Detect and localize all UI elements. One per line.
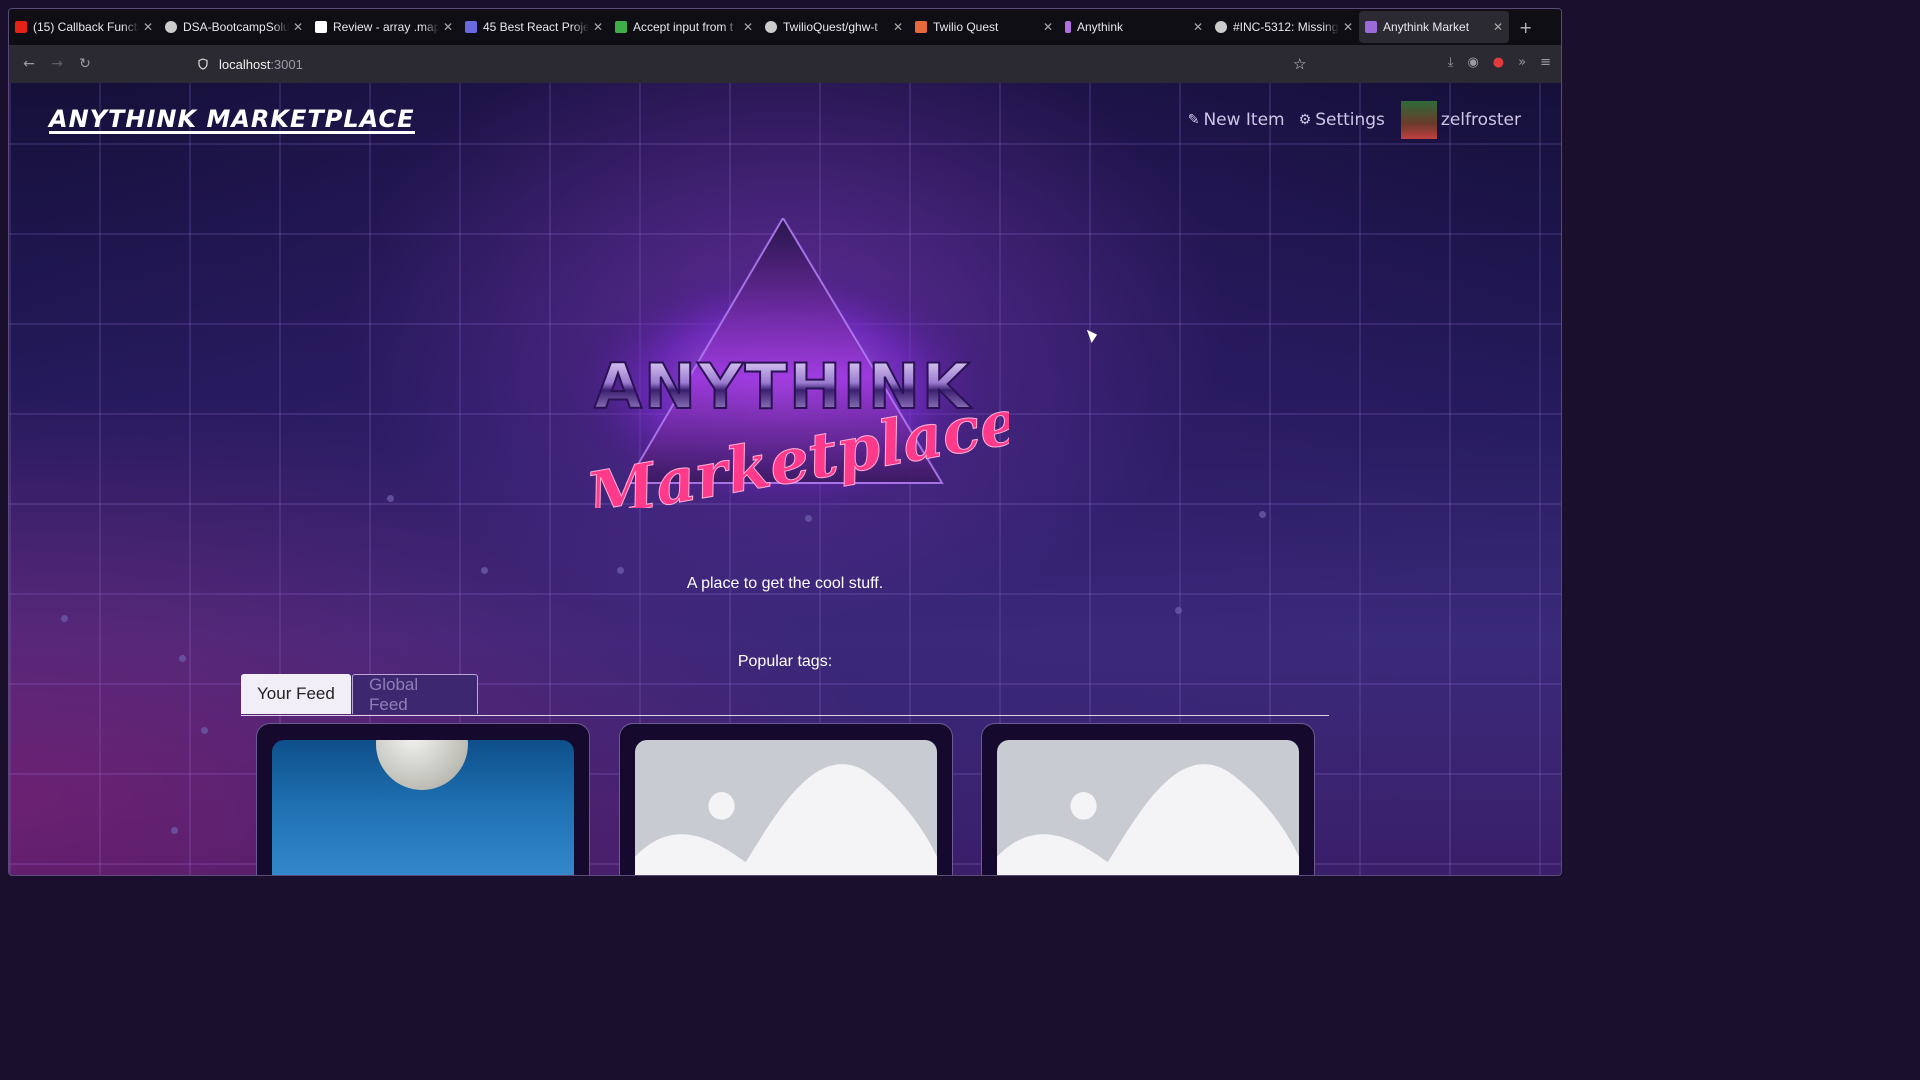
site-brand-logo[interactable]: ANYTHINK MARKETPLACE	[49, 107, 415, 134]
item-card[interactable]	[619, 723, 953, 875]
browser-tab[interactable]: Twilio Quest ✕	[909, 11, 1059, 43]
site-favicon-icon	[465, 21, 477, 33]
browser-tab[interactable]: (15) Callback Functi ✕	[9, 11, 159, 43]
menu-icon[interactable]: ≡	[1540, 55, 1551, 70]
reload-icon[interactable]: ↻	[71, 56, 99, 72]
browser-tab[interactable]: TwilioQuest/ghw-t ✕	[759, 11, 909, 43]
hero-tagline: A place to get the cool stuff.	[686, 575, 884, 592]
shield-icon	[198, 58, 208, 70]
browser-tab[interactable]: Accept input from t ✕	[609, 11, 759, 43]
extension-icon[interactable]: ●	[1493, 55, 1504, 70]
site-favicon-icon	[915, 21, 927, 33]
browser-tab[interactable]: Review - array .map ✕	[309, 11, 459, 43]
popular-tags-heading: Popular tags:	[737, 653, 833, 670]
nodejs-icon	[615, 21, 627, 33]
feed-tabs: Your Feed Global Feed	[241, 674, 1329, 716]
plus-icon[interactable]: +	[1519, 18, 1532, 37]
decorative-dot	[61, 615, 68, 622]
decorative-dot	[617, 567, 624, 574]
back-arrow-icon[interactable]: ←	[15, 56, 43, 72]
close-tab-icon[interactable]: ✕	[893, 20, 903, 34]
youtube-icon	[15, 21, 27, 33]
extension-icon[interactable]: ◉	[1467, 55, 1478, 70]
tab-your-feed[interactable]: Your Feed	[241, 674, 351, 714]
decorative-dot	[171, 827, 178, 834]
avatar[interactable]	[1400, 101, 1437, 139]
close-tab-icon[interactable]: ✕	[593, 20, 603, 34]
forward-arrow-icon[interactable]: →	[43, 56, 71, 72]
close-tab-icon[interactable]: ✕	[1043, 20, 1053, 34]
item-image[interactable]	[272, 740, 574, 875]
close-tab-icon[interactable]: ✕	[143, 20, 153, 34]
site-favicon-icon	[1365, 21, 1377, 33]
site-header: ANYTHINK MARKETPLACE ✎ New Item ⚙ Settings…	[49, 101, 1521, 141]
nav-bar: ← → ↻ localhost:3001 ☆ ⤓ ◉ ● » ≡	[9, 45, 1561, 136]
decorative-dot	[805, 515, 812, 522]
bookmark-star-icon[interactable]: ☆	[1293, 55, 1306, 73]
close-tab-icon[interactable]: ✕	[743, 20, 753, 34]
profile-link[interactable]: zelfroster	[1385, 101, 1521, 139]
web-page: ANYTHINK MARKETPLACE ✎ New Item ⚙ Settings…	[9, 83, 1561, 875]
item-image-placeholder[interactable]	[997, 740, 1299, 875]
browser-tab-active[interactable]: Anythink Market ✕	[1359, 11, 1509, 43]
close-tab-icon[interactable]: ✕	[1493, 20, 1503, 34]
tab-strip: (15) Callback Functi ✕ DSA-BootcampSolu ✕ …	[9, 9, 1561, 45]
site-nav: ✎ New Item ⚙ Settings zelfroster	[1174, 101, 1521, 139]
browser-tab[interactable]: 45 Best React Proje ✕	[459, 11, 609, 43]
close-tab-icon[interactable]: ✕	[1193, 20, 1203, 34]
address-bar[interactable]: localhost:3001	[197, 50, 1307, 136]
decorative-dot	[201, 727, 208, 734]
github-icon	[165, 21, 177, 33]
close-tab-icon[interactable]: ✕	[1343, 20, 1353, 34]
download-icon[interactable]: ⤓	[1448, 55, 1454, 70]
edit-icon: ✎	[1187, 112, 1200, 128]
overflow-chevron-icon[interactable]: »	[1518, 55, 1526, 70]
gear-icon: ⚙	[1298, 112, 1312, 128]
browser-window: (15) Callback Functi ✕ DSA-BootcampSolu ✕ …	[8, 8, 1562, 876]
decorative-dot	[481, 567, 488, 574]
decorative-dot	[1175, 607, 1182, 614]
site-favicon-icon	[1065, 21, 1071, 33]
decorative-dot	[387, 495, 394, 502]
anythink-marketplace-hero-logo: ANYTHINK Marketplace	[563, 218, 1009, 508]
github-icon	[765, 21, 777, 33]
url-port: :3001	[270, 56, 303, 72]
site-favicon-icon	[315, 21, 327, 33]
item-image-placeholder[interactable]	[635, 740, 937, 875]
image-placeholder-icon	[997, 764, 1299, 875]
settings-link[interactable]: ⚙ Settings	[1299, 110, 1385, 130]
decorative-dot	[1259, 511, 1266, 518]
close-tab-icon[interactable]: ✕	[443, 20, 453, 34]
moon-image	[376, 740, 468, 790]
browser-tab[interactable]: Anythink ✕	[1059, 11, 1209, 43]
image-placeholder-icon	[635, 764, 937, 875]
browser-tab[interactable]: DSA-BootcampSolu ✕	[159, 11, 309, 43]
item-card[interactable]	[981, 723, 1315, 875]
close-tab-icon[interactable]: ✕	[293, 20, 303, 34]
url-host: localhost	[219, 56, 271, 72]
tab-global-feed[interactable]: Global Feed	[352, 674, 478, 714]
item-card[interactable]	[256, 723, 590, 875]
github-icon	[1215, 21, 1227, 33]
new-item-link[interactable]: ✎ New Item	[1188, 110, 1285, 130]
browser-tab[interactable]: #INC-5312: Missing ✕	[1209, 11, 1359, 43]
